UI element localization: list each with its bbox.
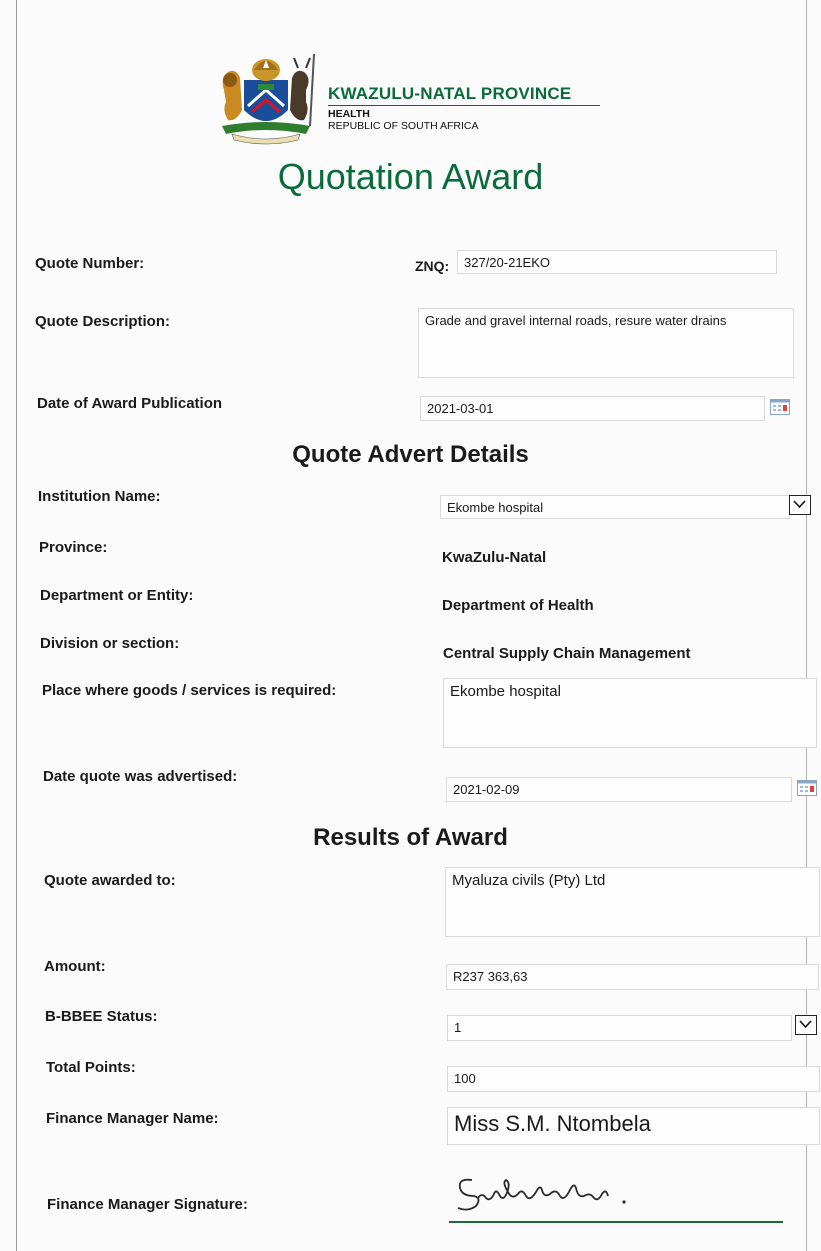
signature-line	[449, 1221, 783, 1223]
award-date-field[interactable]: 2021-03-01	[420, 396, 765, 421]
document-title: Quotation Award	[277, 156, 544, 197]
coat-of-arms-emblem	[214, 50, 318, 146]
total-points-field[interactable]: 100	[447, 1066, 820, 1092]
department-value: Department of Health	[442, 597, 594, 614]
province-value: KwaZulu-Natal	[442, 549, 547, 566]
division-label: Division or section:	[40, 635, 180, 652]
country-name: REPUBLIC OF SOUTH AFRICA	[328, 120, 479, 132]
chevron-down-icon[interactable]	[789, 495, 811, 515]
chevron-down-icon[interactable]	[795, 1015, 817, 1035]
advertised-date-label: Date quote was advertised:	[43, 768, 238, 785]
awarded-to-field[interactable]: Myaluza civils (Pty) Ltd	[445, 867, 820, 937]
results-of-award-heading: Results of Award	[313, 824, 508, 851]
amount-field[interactable]: R237 363,63	[446, 964, 819, 990]
quote-number-prefix: ZNQ:	[415, 258, 450, 274]
institution-name-select[interactable]: Ekombe hospital	[440, 495, 790, 519]
quote-number-label: Quote Number:	[35, 255, 145, 272]
finance-manager-signature-label: Finance Manager Signature:	[47, 1196, 248, 1213]
department-name: HEALTH	[328, 108, 370, 120]
finance-manager-name-field[interactable]: Miss S.M. Ntombela	[447, 1107, 820, 1145]
organization-name: KWAZULU-NATAL PROVINCE	[328, 84, 572, 103]
quote-number-field[interactable]: 327/20-21EKO	[457, 250, 777, 274]
amount-label: Amount:	[44, 958, 106, 975]
advert-details-heading: Quote Advert Details	[292, 441, 529, 468]
department-label: Department or Entity:	[40, 587, 194, 604]
bbbee-status-label: B-BBEE Status:	[45, 1008, 158, 1025]
awarded-to-label: Quote awarded to:	[44, 872, 176, 889]
organization-name-underline	[328, 105, 600, 106]
place-required-label: Place where goods / services is required…	[42, 682, 337, 699]
advertised-date-field[interactable]: 2021-02-09	[446, 777, 792, 802]
division-value: Central Supply Chain Management	[443, 645, 691, 662]
quote-description-label: Quote Description:	[35, 313, 171, 330]
bbbee-status-select[interactable]: 1	[447, 1015, 792, 1041]
handwritten-signature	[452, 1168, 642, 1218]
award-date-label: Date of Award Publication	[37, 395, 223, 412]
place-required-field[interactable]: Ekombe hospital	[443, 678, 817, 748]
institution-name-label: Institution Name:	[38, 488, 161, 505]
total-points-label: Total Points:	[46, 1059, 136, 1076]
province-label: Province:	[39, 539, 108, 556]
calendar-icon[interactable]	[770, 399, 790, 415]
finance-manager-name-label: Finance Manager Name:	[46, 1110, 219, 1127]
calendar-icon[interactable]	[797, 780, 817, 796]
quote-description-field[interactable]: Grade and gravel internal roads, resure …	[418, 308, 794, 378]
